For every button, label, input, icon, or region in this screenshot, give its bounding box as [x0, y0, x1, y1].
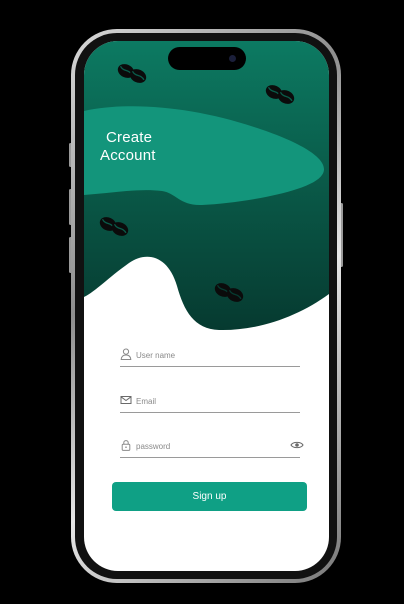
page: Create Account User name Email Sign up [0, 0, 404, 604]
username-input[interactable] [136, 346, 286, 364]
user-icon [120, 348, 132, 360]
dynamic-island [168, 47, 246, 70]
front-camera [229, 55, 236, 62]
mail-icon [120, 396, 132, 404]
phone-screen: Create Account User name Email Sign up [84, 41, 329, 571]
email-input[interactable] [136, 392, 286, 410]
title-line-create: Create [106, 129, 153, 146]
eye-icon[interactable] [290, 440, 304, 450]
coffee-beans-icon [99, 217, 129, 236]
signup-button[interactable]: Sign up [112, 482, 307, 511]
title-line-account: Account [100, 147, 156, 164]
password-field [120, 437, 304, 458]
username-field [120, 346, 300, 367]
page-title: Create Account [100, 129, 156, 165]
email-field [120, 392, 300, 413]
coffee-beans-icon [265, 85, 295, 104]
coffee-beans-icon [117, 64, 147, 83]
lock-icon [121, 440, 131, 451]
coffee-beans-icon [214, 283, 244, 302]
password-input[interactable] [136, 437, 286, 455]
